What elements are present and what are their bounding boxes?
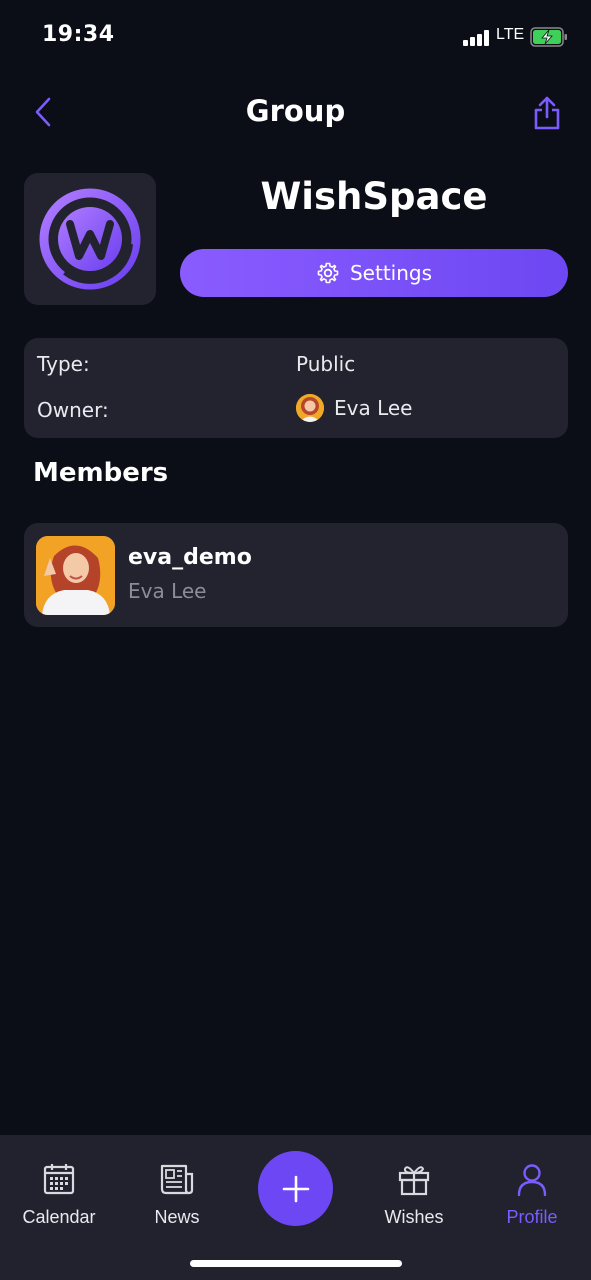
group-name: WishSpace [260,175,488,218]
battery-icon [530,27,567,47]
tab-news[interactable]: News [118,1159,236,1229]
tab-profile[interactable]: Profile [473,1159,591,1229]
newspaper-icon [160,1164,194,1195]
owner-name: Eva Lee [334,396,413,420]
add-button[interactable] [258,1151,333,1226]
profile-icon [517,1164,547,1196]
owner-avatar [296,394,324,422]
list-item[interactable]: eva_demo Eva Lee [24,523,568,627]
settings-button[interactable]: Settings [180,249,568,297]
member-fullname: Eva Lee [128,579,207,603]
tab-wishes-label: Wishes [384,1207,444,1227]
signal-icon [463,30,489,46]
type-label: Type: [37,352,90,376]
status-bar: 19:34 LTE [0,0,591,70]
tab-news-label: News [154,1207,200,1227]
wishspace-logo-icon [39,188,141,290]
page-title: Group [245,94,346,128]
type-value: Public [296,352,356,376]
calendar-icon [43,1164,75,1195]
gear-icon [317,262,339,284]
plus-icon [282,1175,309,1202]
gift-icon [398,1166,430,1196]
tab-bar: Calendar News Wishes Profile [0,1135,591,1280]
tab-calendar-label: Calendar [22,1207,96,1227]
navigation-header: Group [0,80,591,146]
owner-link[interactable]: Eva Lee [296,394,413,422]
group-info-card: Type: Public Owner: Eva Lee [24,338,568,438]
settings-label: Settings [349,261,433,285]
group-logo [24,173,156,305]
members-title: Members [33,458,169,488]
share-icon [534,96,560,130]
share-button[interactable] [528,92,566,134]
owner-row: Owner: Eva Lee [24,390,568,430]
member-username: eva_demo [128,545,252,570]
owner-label: Owner: [37,398,109,422]
avatar [36,536,115,615]
type-row: Type: Public [24,344,568,384]
network-type: LTE [496,26,525,43]
tab-wishes[interactable]: Wishes [355,1159,473,1229]
status-time: 19:34 [42,22,115,47]
home-indicator[interactable] [190,1260,402,1267]
tab-calendar[interactable]: Calendar [0,1159,118,1229]
tab-profile-label: Profile [506,1207,558,1227]
